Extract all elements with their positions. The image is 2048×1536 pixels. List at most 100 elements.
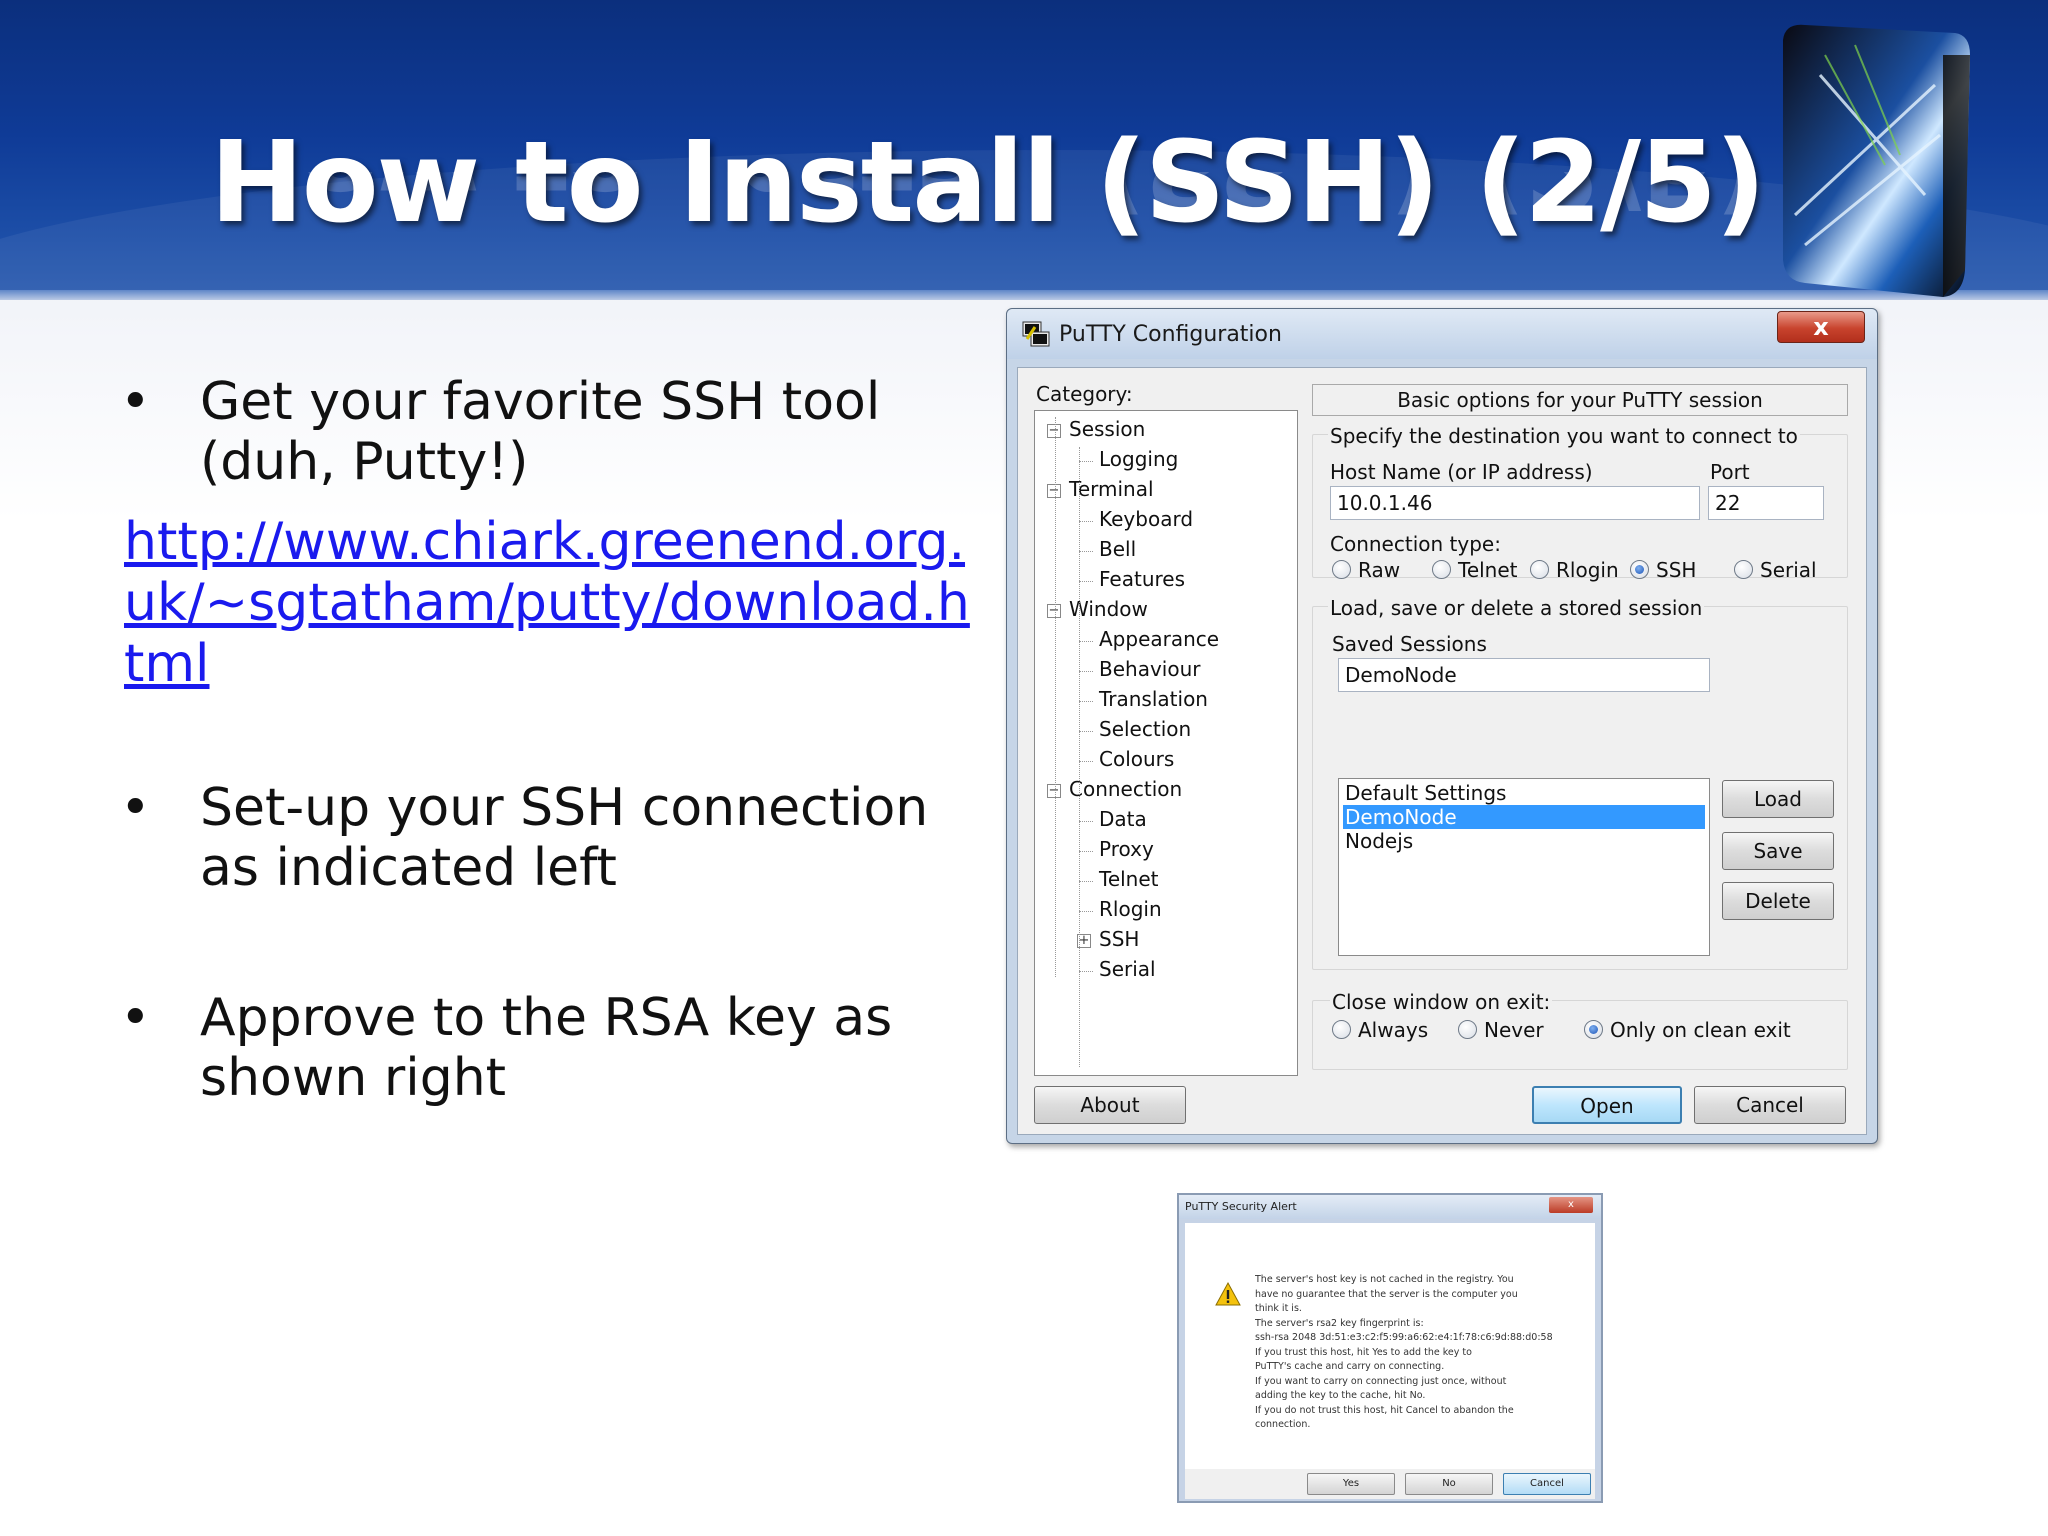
tree-item-keyboard[interactable]: Keyboard xyxy=(1099,507,1193,531)
radio-serial[interactable] xyxy=(1734,560,1753,579)
tree-item-connection[interactable]: Connection xyxy=(1069,777,1182,801)
radio-always[interactable] xyxy=(1332,1020,1351,1039)
bullet-marker: • xyxy=(120,372,151,432)
warning-icon xyxy=(1215,1281,1241,1306)
tree-connector xyxy=(1079,641,1093,642)
tree-connector xyxy=(1079,851,1093,852)
radio-serial-label: Serial xyxy=(1760,558,1817,582)
radio-always-label: Always xyxy=(1358,1018,1429,1042)
bullet-text: Set-up your SSH connection as indicated … xyxy=(200,778,929,898)
close-button[interactable]: x xyxy=(1777,311,1865,343)
tree-item-logging[interactable]: Logging xyxy=(1099,447,1178,471)
tree-connector xyxy=(1079,911,1093,912)
window-client-area: Category: − Session Logging − Terminal Keyboa… xyxy=(1017,367,1867,1135)
tree-connector xyxy=(1079,671,1093,672)
load-button[interactable]: Load xyxy=(1722,780,1834,818)
tree-connector xyxy=(1079,881,1093,882)
port-input[interactable]: 22 xyxy=(1708,486,1824,520)
session-item-demonode[interactable]: DemoNode xyxy=(1343,805,1705,829)
cancel-button[interactable]: Cancel xyxy=(1694,1086,1846,1124)
tree-item-data[interactable]: Data xyxy=(1099,807,1147,831)
tree-guide-line xyxy=(1055,417,1056,977)
alert-footer: Yes No Cancel xyxy=(1185,1469,1595,1499)
alert-message-line: PuTTY's cache and carry on connecting. xyxy=(1255,1361,1445,1372)
tree-guide-line xyxy=(1079,447,1080,1067)
putty-download-link[interactable]: http://www.chiark.greenend.org.uk/~sgtat… xyxy=(124,512,984,695)
tree-item-selection[interactable]: Selection xyxy=(1099,717,1191,741)
alert-titlebar[interactable]: PuTTY Security Alert x xyxy=(1179,1195,1601,1219)
alert-message-line: connection. xyxy=(1255,1419,1311,1430)
host-name-input[interactable]: 10.0.1.46 xyxy=(1330,486,1700,520)
tree-item-appearance[interactable]: Appearance xyxy=(1099,627,1219,651)
sessions-list[interactable]: Default Settings DemoNode Nodejs xyxy=(1338,778,1710,956)
alert-message-line: think it is. xyxy=(1255,1303,1302,1314)
tree-item-telnet[interactable]: Telnet xyxy=(1099,867,1159,891)
bullet-text: Approve to the RSA key as shown right xyxy=(200,988,893,1108)
banner-edge xyxy=(0,290,2048,300)
tree-connector xyxy=(1079,761,1093,762)
alert-cancel-button[interactable]: Cancel xyxy=(1503,1473,1591,1495)
open-button[interactable]: Open xyxy=(1532,1086,1682,1124)
radio-raw[interactable] xyxy=(1332,560,1351,579)
alert-message-line: If you want to carry on connecting just … xyxy=(1255,1375,1507,1387)
logo-cube xyxy=(1783,24,1970,297)
collapse-icon[interactable]: − xyxy=(1047,604,1061,618)
radio-only-on-clean-exit[interactable] xyxy=(1584,1020,1603,1039)
host-name-label: Host Name (or IP address) xyxy=(1330,460,1593,484)
radio-never-label: Never xyxy=(1484,1018,1544,1042)
alert-message-line: The server's host key is not cached in t… xyxy=(1255,1274,1514,1285)
tree-item-serial[interactable]: Serial xyxy=(1099,957,1156,981)
collapse-icon[interactable]: − xyxy=(1047,784,1061,798)
tree-connector xyxy=(1079,521,1093,522)
category-label: Category: xyxy=(1036,382,1133,406)
collapse-icon[interactable]: − xyxy=(1047,424,1061,438)
tree-item-features[interactable]: Features xyxy=(1099,567,1185,591)
tree-item-colours[interactable]: Colours xyxy=(1099,747,1174,771)
tree-connector xyxy=(1079,701,1093,702)
port-label: Port xyxy=(1710,460,1750,484)
radio-never[interactable] xyxy=(1458,1020,1477,1039)
panel-title: Basic options for your PuTTY session xyxy=(1312,384,1848,416)
tree-connector xyxy=(1079,821,1093,822)
alert-yes-button[interactable]: Yes xyxy=(1307,1473,1395,1495)
tree-item-window[interactable]: Window xyxy=(1069,597,1148,621)
close-on-exit-label: Close window on exit: xyxy=(1330,990,1553,1014)
session-item-nodejs[interactable]: Nodejs xyxy=(1343,829,1705,853)
radio-raw-label: Raw xyxy=(1358,558,1401,582)
destination-label: Specify the destination you want to conn… xyxy=(1328,424,1800,448)
tree-item-behaviour[interactable]: Behaviour xyxy=(1099,657,1200,681)
alert-title: PuTTY Security Alert xyxy=(1185,1200,1297,1213)
alert-message-line: The server's rsa2 key fingerprint is: xyxy=(1255,1317,1424,1329)
bullet-text: Get your favorite SSH tool (duh, Putty!) xyxy=(200,372,881,492)
connection-type-label: Connection type: xyxy=(1330,532,1501,556)
tree-item-rlogin[interactable]: Rlogin xyxy=(1099,897,1162,921)
radio-ssh[interactable] xyxy=(1630,560,1649,579)
session-item-default[interactable]: Default Settings xyxy=(1343,781,1705,805)
tree-connector xyxy=(1079,731,1093,732)
save-button[interactable]: Save xyxy=(1722,832,1834,870)
tree-item-proxy[interactable]: Proxy xyxy=(1099,837,1154,861)
tree-item-session[interactable]: Session xyxy=(1069,417,1145,441)
alert-message-line: ssh-rsa 2048 3d:51:e3:c2:f5:99:a6:62:e4:… xyxy=(1255,1332,1553,1343)
alert-no-button[interactable]: No xyxy=(1405,1473,1493,1495)
slide-title: How to Install (SSH) (2/5) xyxy=(210,118,1766,248)
tree-item-ssh[interactable]: SSH xyxy=(1099,927,1139,951)
radio-telnet-label: Telnet xyxy=(1458,558,1518,582)
radio-rlogin[interactable] xyxy=(1530,560,1549,579)
tree-item-translation[interactable]: Translation xyxy=(1099,687,1208,711)
saved-sessions-input[interactable]: DemoNode xyxy=(1338,658,1710,692)
alert-body: The server's host key is not cached in t… xyxy=(1185,1223,1595,1469)
collapse-icon[interactable]: − xyxy=(1047,484,1061,498)
tree-item-bell[interactable]: Bell xyxy=(1099,537,1136,561)
tree-connector xyxy=(1079,581,1093,582)
alert-message-line: If you do not trust this host, hit Cance… xyxy=(1255,1404,1514,1416)
putty-configuration-window: PuTTY Configuration x Category: − Session… xyxy=(1006,308,1878,1144)
window-titlebar[interactable]: PuTTY Configuration x xyxy=(1007,309,1877,359)
delete-button[interactable]: Delete xyxy=(1722,882,1834,920)
alert-close-button[interactable]: x xyxy=(1549,1197,1593,1213)
alert-message-line: have no guarantee that the server is the… xyxy=(1255,1288,1518,1300)
radio-telnet[interactable] xyxy=(1432,560,1451,579)
tree-item-terminal[interactable]: Terminal xyxy=(1069,477,1154,501)
about-button[interactable]: About xyxy=(1034,1086,1186,1124)
category-tree[interactable]: − Session Logging − Terminal Keyboard Bell Feat… xyxy=(1034,410,1298,1076)
